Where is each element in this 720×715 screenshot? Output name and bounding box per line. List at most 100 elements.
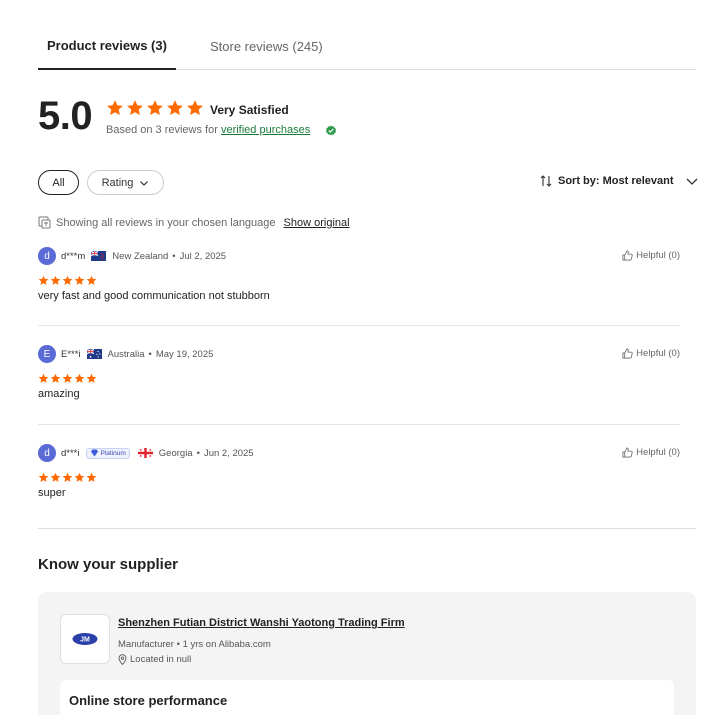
sort-label: Sort by: Most relevant [558,175,674,187]
helpful-label: Helpful (0) [636,348,680,359]
star-icon [74,373,85,383]
sort-icon [540,175,552,187]
supplier-heading: Know your supplier [38,556,179,573]
reviewer-name: d***i [61,447,80,459]
review-header: d d***i Platinum Georgia • Jun 2, 2025 [38,444,680,462]
supplier-card: JM Shenzhen Futian District Wanshi Yaoto… [38,592,696,715]
review-item: d d***i Platinum Georgia • Jun 2, 2025 H… [38,444,680,499]
star-icon [50,275,61,285]
location-pin-icon [118,654,127,665]
star-icon [86,373,97,383]
supplier-location-text: Located in null [130,654,192,665]
translate-icon [38,216,51,229]
separator-dot: • [196,447,200,459]
review-item: d d***m New Zealand • Jul 2, 2025 Helpfu… [38,247,680,302]
supplier-name-link[interactable]: Shenzhen Futian District Wanshi Yaotong … [118,617,405,629]
star-icon [38,373,49,383]
active-tab-indicator [38,68,176,70]
average-score: 5.0 [38,94,93,138]
filter-all-chip[interactable]: All [38,170,79,195]
review-header: d d***m New Zealand • Jul 2, 2025 [38,247,680,265]
language-notice: Showing all reviews in your chosen langu… [38,216,350,229]
review-text: super [38,487,66,499]
star-icon [167,100,183,116]
reviewer-name: d***m [61,250,86,262]
australia-flag-icon [86,349,102,359]
star-icon [50,373,61,383]
review-divider [38,325,680,326]
thumbs-up-icon [622,250,633,261]
rating-description: Very Satisfied [210,103,289,117]
store-performance-card: Online store performance [60,680,674,715]
tab-store-reviews[interactable]: Store reviews (245) [210,39,323,54]
verified-shield-icon [326,125,336,136]
helpful-label: Helpful (0) [636,250,680,261]
helpful-button[interactable]: Helpful (0) [622,250,680,261]
filter-all-label: All [52,176,65,189]
avatar: d [38,444,56,462]
star-icon [38,472,49,482]
sort-dropdown[interactable]: Sort by: Most relevant [540,175,699,187]
supplier-meta: Manufacturer • 1 yrs on Alibaba.com [118,639,271,650]
helpful-button[interactable]: Helpful (0) [622,447,680,458]
reviewer-country: Australia [107,348,145,360]
review-header: E E***i Australia • May 19, 2025 [38,345,680,363]
language-notice-text: Showing all reviews in your chosen langu… [56,216,276,229]
review-stars [38,275,680,286]
supplier-logo-icon: JM [72,633,98,645]
helpful-button[interactable]: Helpful (0) [622,348,680,359]
avatar: d [38,247,56,265]
star-icon [187,100,203,116]
review-stars [38,373,680,384]
review-tabs: Product reviews (3) Store reviews (245) [38,28,696,70]
separator-dot: • [148,348,152,360]
supplier-logo[interactable]: JM [60,614,110,664]
review-date: May 19, 2025 [155,348,214,360]
reviewer-country: New Zealand [112,250,169,262]
review-divider [38,424,680,425]
show-original-link[interactable]: Show original [284,217,350,229]
star-icon [62,275,73,285]
reviewer-country: Georgia [158,447,193,459]
review-date: Jul 2, 2025 [179,250,227,262]
review-text: amazing [38,388,80,400]
star-icon [127,100,143,116]
filter-rating-label: Rating [101,176,134,189]
review-date: Jun 2, 2025 [203,447,254,459]
verified-purchases-link[interactable]: verified purchases [221,124,310,136]
star-icon [86,275,97,285]
star-icon [38,275,49,285]
review-item: E E***i Australia • May 19, 2025 Helpful… [38,345,680,400]
separator-dot: • [172,250,176,262]
star-icon [107,100,123,116]
section-divider [38,528,696,529]
review-stars [38,472,680,483]
based-on-text: Based on 3 reviews for verified purchase… [106,124,310,136]
filter-rating-dropdown[interactable]: Rating [87,170,164,195]
star-icon [50,472,61,482]
new-zealand-flag-icon [91,251,107,261]
review-text: very fast and good communication not stu… [38,290,270,302]
thumbs-up-icon [622,447,633,458]
chevron-down-icon [686,178,697,185]
star-icon [62,472,73,482]
tab-product-reviews[interactable]: Product reviews (3) [47,38,167,53]
star-icon [74,275,85,285]
platinum-badge-label: Platinum [100,449,126,457]
supplier-location: Located in null [118,654,191,665]
star-icon [74,472,85,482]
avatar: E [38,345,56,363]
average-stars [106,99,204,117]
helpful-label: Helpful (0) [636,447,680,458]
thumbs-up-icon [622,348,633,359]
georgia-flag-icon [137,448,153,458]
diamond-icon [90,449,98,457]
chevron-down-icon [140,180,149,186]
based-on-prefix: Based on 3 reviews for [106,124,218,136]
star-icon [147,100,163,116]
platinum-badge: Platinum [85,447,130,459]
star-icon [86,472,97,482]
store-performance-title: Online store performance [69,693,228,708]
reviewer-name: E***i [61,348,81,360]
supplier-logo-text: JM [80,637,90,644]
